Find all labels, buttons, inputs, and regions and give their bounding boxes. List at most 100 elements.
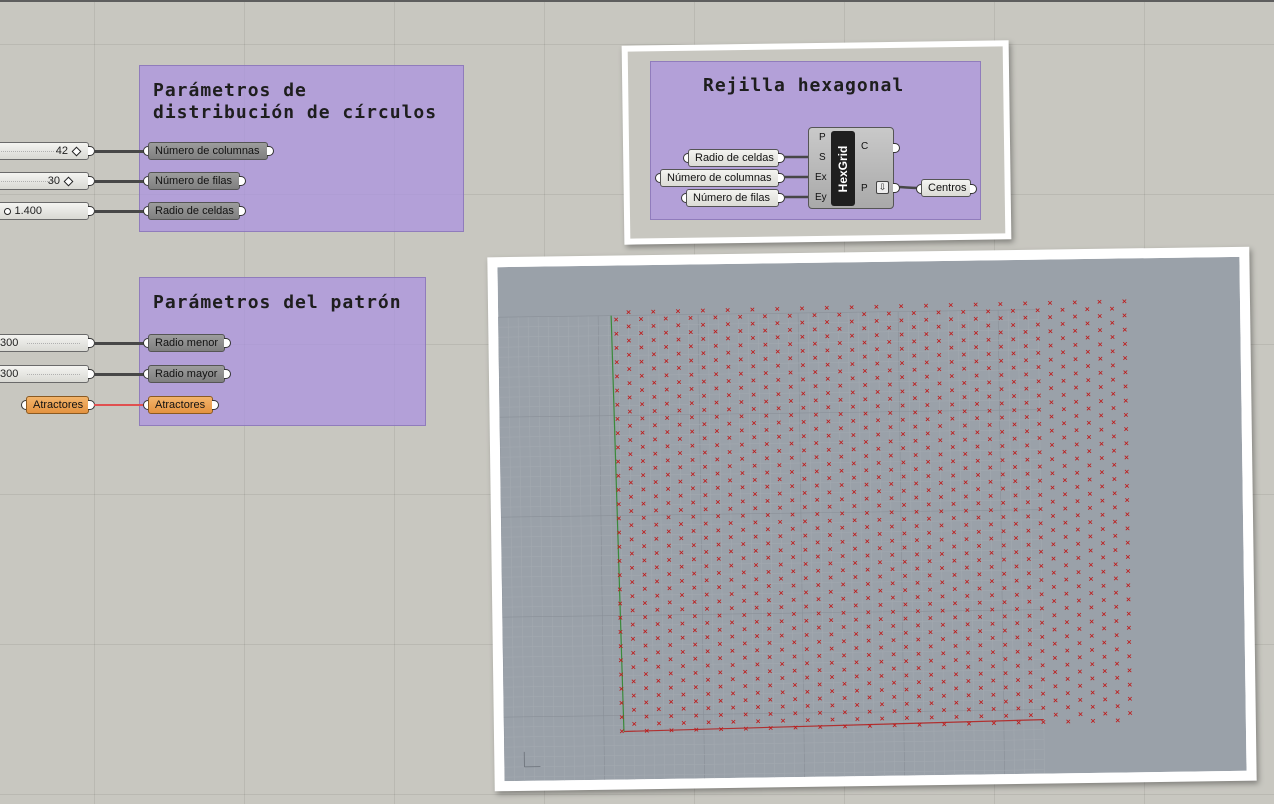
grid-point: × bbox=[803, 617, 809, 625]
grid-point: × bbox=[1102, 653, 1108, 661]
grid-point: × bbox=[825, 375, 831, 383]
hexgrid-input-p[interactable]: P bbox=[819, 132, 826, 143]
grid-point: × bbox=[1109, 333, 1115, 341]
slider-rows[interactable]: 30 bbox=[0, 172, 89, 190]
slider-columns[interactable]: 42 bbox=[0, 142, 89, 160]
grid-point: × bbox=[777, 475, 783, 483]
grid-point: × bbox=[928, 671, 934, 679]
grid-point: × bbox=[639, 386, 645, 394]
grid-point: × bbox=[927, 572, 933, 580]
grid-point: × bbox=[987, 421, 993, 429]
grid-point: × bbox=[1001, 527, 1007, 535]
grid-point: × bbox=[1048, 342, 1054, 350]
hexgrid-output-p[interactable]: P bbox=[861, 183, 868, 194]
grid-point: × bbox=[668, 655, 674, 663]
grid-point: × bbox=[805, 702, 811, 710]
grid-point: × bbox=[1127, 681, 1133, 689]
grid-point: × bbox=[638, 329, 644, 337]
grid-point: × bbox=[891, 665, 897, 673]
param-attractors-source[interactable]: Atractores bbox=[26, 396, 89, 414]
grid-point: × bbox=[689, 413, 695, 421]
grid-point: × bbox=[730, 718, 736, 726]
slider-cell-radius[interactable]: 1.400 bbox=[0, 202, 89, 220]
grid-point: × bbox=[789, 482, 795, 490]
param-centros[interactable]: Centros bbox=[921, 179, 971, 197]
grid-point: × bbox=[887, 395, 893, 403]
grid-point: × bbox=[1113, 575, 1119, 583]
grid-point: × bbox=[865, 552, 871, 560]
grid-point: × bbox=[1049, 455, 1055, 463]
grid-point: × bbox=[768, 724, 774, 732]
grid-point: × bbox=[837, 368, 843, 376]
grid-point: × bbox=[952, 628, 958, 636]
grid-point: × bbox=[767, 696, 773, 704]
grid-point: × bbox=[814, 468, 820, 476]
param-minor-radius[interactable]: Radio menor bbox=[148, 334, 225, 352]
grid-point: × bbox=[790, 525, 796, 533]
hexgrid-input-ey[interactable]: Ey bbox=[815, 192, 827, 203]
hexgrid-component[interactable]: P S Ex Ey HexGrid C P ⇩ bbox=[808, 127, 894, 209]
grid-point: × bbox=[973, 329, 979, 337]
grid-point: × bbox=[1039, 633, 1045, 641]
grid-point: × bbox=[1097, 312, 1103, 320]
grid-point: × bbox=[966, 720, 972, 728]
grid-point: × bbox=[804, 688, 810, 696]
grid-point: × bbox=[938, 451, 944, 459]
param-hg-columns[interactable]: Número de columnas bbox=[660, 169, 779, 187]
param-cell-radius[interactable]: Radio de celdas bbox=[148, 202, 240, 220]
grid-point: × bbox=[764, 440, 770, 448]
hexgrid-output-c[interactable]: C bbox=[861, 141, 868, 152]
grid-point: × bbox=[1072, 299, 1078, 307]
grid-point: × bbox=[628, 507, 634, 515]
hexgrid-input-ex[interactable]: Ex bbox=[815, 172, 827, 183]
grid-point: × bbox=[725, 320, 731, 328]
grid-point: × bbox=[663, 343, 669, 351]
param-major-radius[interactable]: Radio mayor bbox=[148, 365, 225, 383]
grid-point: × bbox=[1040, 676, 1046, 684]
hexgrid-input-s[interactable]: S bbox=[819, 152, 826, 163]
grid-point: × bbox=[951, 543, 957, 551]
viewport-canvas[interactable]: × × × × × × × × × × × × × × × × × × × × × × × × × × × × × × × × × × × × × × × ×… bbox=[497, 256, 1247, 782]
grid-point: × bbox=[803, 574, 809, 582]
grid-point: × bbox=[839, 495, 845, 503]
grid-point: × bbox=[715, 498, 721, 506]
param-columns[interactable]: Número de columnas bbox=[148, 142, 268, 160]
grid-point: × bbox=[653, 478, 659, 486]
grid-point: × bbox=[1125, 525, 1131, 533]
grid-point: × bbox=[1109, 319, 1115, 327]
grid-point: × bbox=[750, 320, 756, 328]
slider-track bbox=[0, 151, 54, 152]
grid-point: × bbox=[751, 433, 757, 441]
grid-point: × bbox=[751, 405, 757, 413]
grid-point: × bbox=[815, 539, 821, 547]
param-hg-rows[interactable]: Número de filas bbox=[686, 189, 779, 207]
grid-point: × bbox=[1015, 690, 1021, 698]
grid-point: × bbox=[925, 444, 931, 452]
grid-point: × bbox=[1123, 397, 1129, 405]
grid-point: × bbox=[803, 603, 809, 611]
grid-point: × bbox=[627, 450, 633, 458]
grid-point: × bbox=[739, 455, 745, 463]
slider-major-radius[interactable]: 300 bbox=[0, 365, 89, 383]
grid-point: × bbox=[701, 363, 707, 371]
grid-point: × bbox=[1040, 704, 1046, 712]
grid-point: × bbox=[715, 527, 721, 535]
param-rows[interactable]: Número de filas bbox=[148, 172, 240, 190]
slider-handle-icon[interactable] bbox=[71, 146, 82, 157]
grid-point: × bbox=[891, 679, 897, 687]
slider-minor-radius[interactable]: 300 bbox=[0, 334, 89, 352]
grid-point: × bbox=[629, 550, 635, 558]
grid-point: × bbox=[799, 319, 805, 327]
slider-handle-icon[interactable] bbox=[63, 176, 74, 187]
slider-handle-icon[interactable] bbox=[4, 208, 11, 215]
grid-point: × bbox=[816, 610, 822, 618]
grid-point: × bbox=[656, 705, 662, 713]
grid-point: × bbox=[650, 322, 656, 330]
grid-point: × bbox=[1038, 562, 1044, 570]
param-hg-cell-radius[interactable]: Radio de celdas bbox=[688, 149, 779, 167]
grid-point: × bbox=[1112, 518, 1118, 526]
param-attractors[interactable]: Atractores bbox=[148, 396, 213, 414]
wire-major-radius bbox=[94, 373, 150, 376]
grid-point: × bbox=[737, 313, 743, 321]
flatten-icon[interactable]: ⇩ bbox=[876, 181, 889, 194]
